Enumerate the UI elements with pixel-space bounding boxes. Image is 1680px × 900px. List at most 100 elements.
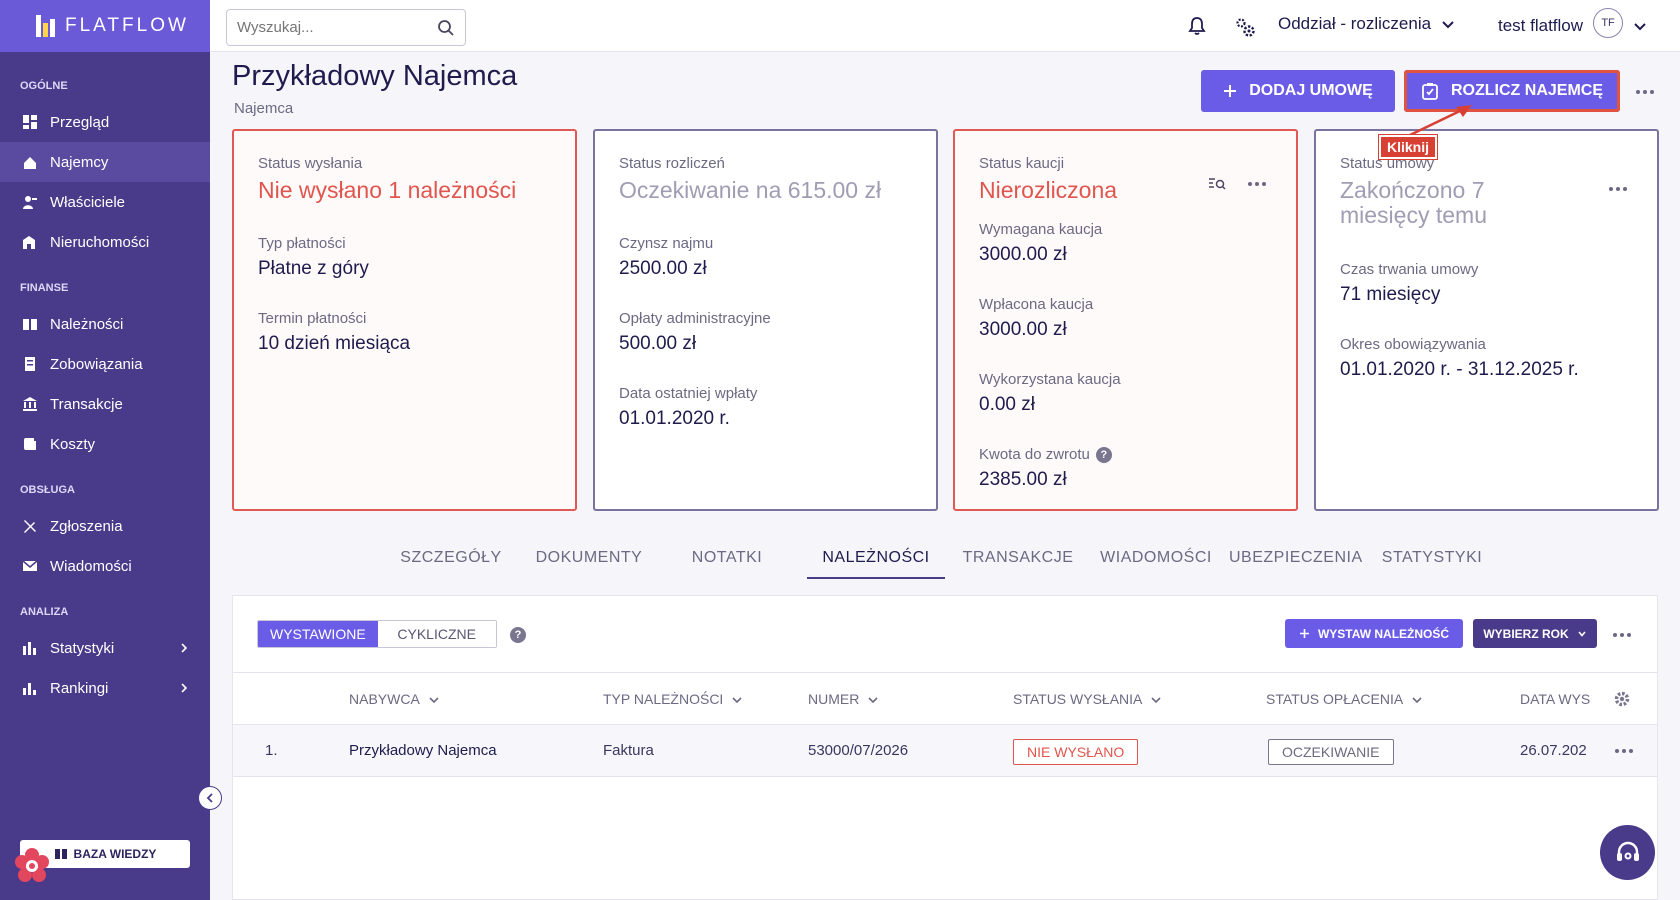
search-box[interactable] bbox=[226, 9, 466, 46]
search-list-icon[interactable] bbox=[1208, 177, 1226, 191]
tab-statistics[interactable]: STATYSTYKI bbox=[1367, 545, 1497, 579]
more-options-icon[interactable] bbox=[1636, 90, 1654, 94]
field-value: 2500.00 zł bbox=[619, 258, 707, 280]
help-icon[interactable]: ? bbox=[1095, 446, 1112, 463]
wallet-icon bbox=[24, 438, 36, 450]
sidebar-item-rankings[interactable]: Rankingi bbox=[0, 668, 210, 708]
column-type[interactable]: TYP NALEŻNOŚCI bbox=[603, 673, 743, 726]
dashboard-icon bbox=[23, 115, 37, 129]
issue-receivable-label: WYSTAW NALEŻNOŚĆ bbox=[1317, 626, 1450, 641]
knowledge-base-label: BAZA WIEDZY bbox=[73, 847, 157, 861]
field-label: Typ płatności bbox=[258, 235, 346, 253]
tab-messages[interactable]: WIADOMOŚCI bbox=[1091, 545, 1221, 579]
tab-details[interactable]: SZCZEGÓŁY bbox=[386, 545, 516, 579]
react-devtools-icon[interactable] bbox=[12, 846, 52, 886]
sidebar-item-label: Najemcy bbox=[50, 153, 109, 171]
tab-transactions[interactable]: TRANSAKCJE bbox=[953, 545, 1083, 579]
more-options-icon[interactable] bbox=[1613, 633, 1631, 637]
sidebar-item-label: Zobowiązania bbox=[50, 355, 143, 373]
tab-documents[interactable]: DOKUMENTY bbox=[524, 545, 654, 579]
bell-icon[interactable] bbox=[1188, 16, 1206, 36]
sidebar-item-tickets[interactable]: Zgłoszenia bbox=[0, 506, 210, 546]
section-finance: FINANSE bbox=[20, 282, 69, 294]
field-value: 2385.00 zł bbox=[979, 469, 1067, 491]
field-value: 0.00 zł bbox=[979, 394, 1035, 416]
card-label: Status rozliczeń bbox=[619, 155, 725, 172]
issue-receivable-button[interactable]: WYSTAW NALEŻNOŚĆ bbox=[1285, 619, 1463, 648]
settle-tenant-label: ROZLICZ NAJEMCĘ bbox=[1451, 82, 1603, 99]
ranking-icon bbox=[23, 683, 36, 695]
sidebar-item-overview[interactable]: Przegląd bbox=[0, 102, 210, 142]
row-more-options-icon[interactable] bbox=[1615, 749, 1633, 753]
field-label: Termin płatności bbox=[258, 310, 367, 328]
collapse-sidebar-button[interactable] bbox=[198, 786, 222, 810]
headset-icon bbox=[1616, 841, 1639, 861]
sidebar-item-liabilities[interactable]: Zobowiązania bbox=[0, 344, 210, 384]
card-status: Oczekiwanie na 615.00 zł bbox=[619, 177, 882, 203]
more-options-icon[interactable] bbox=[1248, 182, 1266, 186]
select-year-button[interactable]: WYBIERZ ROK bbox=[1473, 619, 1597, 648]
sidebar-item-label: Rankingi bbox=[50, 679, 109, 697]
column-buyer[interactable]: NABYWCA bbox=[349, 673, 440, 726]
callout-arrow bbox=[1407, 105, 1472, 138]
row-index: 1. bbox=[265, 742, 278, 759]
chevron-down-icon bbox=[732, 696, 742, 703]
tab-receivables[interactable]: NALEŻNOŚCI bbox=[807, 545, 945, 579]
column-send-status[interactable]: STATUS WYSŁANIA bbox=[1013, 673, 1162, 726]
search-input[interactable] bbox=[237, 19, 417, 36]
field-label: Wykorzystana kaucja bbox=[979, 371, 1121, 389]
column-label: NUMER bbox=[808, 691, 860, 707]
document-icon bbox=[25, 357, 35, 371]
sidebar-item-costs[interactable]: Koszty bbox=[0, 424, 210, 464]
bank-icon bbox=[23, 397, 37, 411]
receivables-panel: WYSTAWIONE CYKLICZNE ? WYSTAW NALEŻNOŚĆ … bbox=[232, 595, 1658, 900]
search-icon[interactable] bbox=[437, 19, 455, 37]
row-date: 26.07.202 bbox=[1520, 742, 1587, 759]
sidebar-item-statistics[interactable]: Statystyki bbox=[0, 628, 210, 668]
support-chat-button[interactable] bbox=[1600, 825, 1655, 880]
column-pay-status[interactable]: STATUS OPŁACENIA bbox=[1266, 673, 1423, 726]
column-issue-date[interactable]: DATA WYS bbox=[1520, 673, 1590, 726]
deposit-status-card: Status kaucji Nierozliczona Wymagana kau… bbox=[953, 129, 1298, 511]
column-label: DATA WYS bbox=[1520, 691, 1591, 707]
gear-icon[interactable] bbox=[1613, 690, 1631, 708]
sidebar-item-owners[interactable]: Właściciele bbox=[0, 182, 210, 222]
sidebar-item-transactions[interactable]: Transakcje bbox=[0, 384, 210, 424]
sidebar-item-label: Nieruchomości bbox=[50, 233, 150, 251]
chevron-down-icon bbox=[868, 696, 878, 703]
add-contract-button[interactable]: DODAJ UMOWĘ bbox=[1201, 70, 1395, 112]
column-label: STATUS WYSŁANIA bbox=[1013, 691, 1143, 707]
settings-gears-icon[interactable] bbox=[1234, 16, 1256, 38]
sidebar-item-messages[interactable]: Wiadomości bbox=[0, 546, 210, 586]
tab-notes[interactable]: NOTATKI bbox=[662, 545, 792, 579]
sidebar-item-receivables[interactable]: Należności bbox=[0, 304, 210, 344]
sidebar-item-tenants[interactable]: Najemcy bbox=[0, 142, 210, 182]
user-name: test flatflow bbox=[1498, 16, 1584, 35]
bar-chart-icon bbox=[23, 642, 36, 655]
row-buyer[interactable]: Przykładowy Najemca bbox=[349, 725, 497, 777]
sidebar-item-label: Właściciele bbox=[50, 193, 126, 211]
toggle-cyclic[interactable]: CYKLICZNE bbox=[378, 621, 496, 647]
section-general: OGÓLNE bbox=[20, 80, 68, 92]
section-service: OBSŁUGA bbox=[20, 484, 75, 496]
toggle-issued[interactable]: WYSTAWIONE bbox=[258, 621, 378, 647]
top-bar: Oddział - rozliczenia test flatflow TF bbox=[210, 0, 1680, 52]
help-icon[interactable]: ? bbox=[510, 627, 526, 643]
chevron-down-icon bbox=[1412, 696, 1422, 703]
column-number[interactable]: NUMER bbox=[808, 673, 879, 726]
plus-icon bbox=[1224, 85, 1237, 97]
tab-insurance[interactable]: UBEZPIECZENIA bbox=[1229, 545, 1362, 579]
branch-selector[interactable]: Oddział - rozliczenia bbox=[1278, 14, 1455, 34]
card-label: Status kaucji bbox=[979, 155, 1065, 172]
chevron-down-icon bbox=[1634, 23, 1646, 31]
more-options-icon[interactable] bbox=[1609, 187, 1627, 191]
table-row[interactable]: 1. Przykładowy Najemca Faktura 53000/07/… bbox=[233, 725, 1657, 777]
sidebar-item-properties[interactable]: Nieruchomości bbox=[0, 222, 210, 262]
field-label: Okres obowiązywania bbox=[1340, 335, 1486, 353]
chevron-left-icon bbox=[206, 793, 213, 803]
logo[interactable]: FLATFLOW bbox=[0, 0, 210, 52]
user-menu[interactable]: test flatflow TF bbox=[1498, 8, 1647, 38]
sidebar-item-label: Koszty bbox=[50, 435, 96, 453]
mail-icon bbox=[22, 560, 38, 571]
tenant-key-icon bbox=[24, 157, 36, 169]
